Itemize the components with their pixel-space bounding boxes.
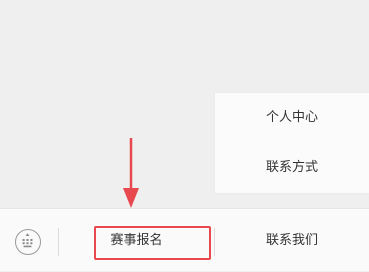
wechat-official-account-screen: 个人中心 联系方式 赛事报名 联系我们 — [0, 0, 369, 271]
bottom-menu-bar: 赛事报名 联系我们 — [0, 208, 369, 271]
keyboard-icon — [22, 233, 33, 248]
keyboard-toggle-button[interactable] — [15, 229, 41, 255]
menu-tab-contact-us[interactable]: 联系我们 — [215, 209, 369, 272]
submenu-popup: 个人中心 联系方式 — [215, 93, 369, 193]
menu-tab-event-registration[interactable]: 赛事报名 — [59, 209, 214, 272]
submenu-item-personal-center[interactable]: 个人中心 — [215, 93, 369, 143]
submenu-item-contact-info[interactable]: 联系方式 — [215, 143, 369, 193]
